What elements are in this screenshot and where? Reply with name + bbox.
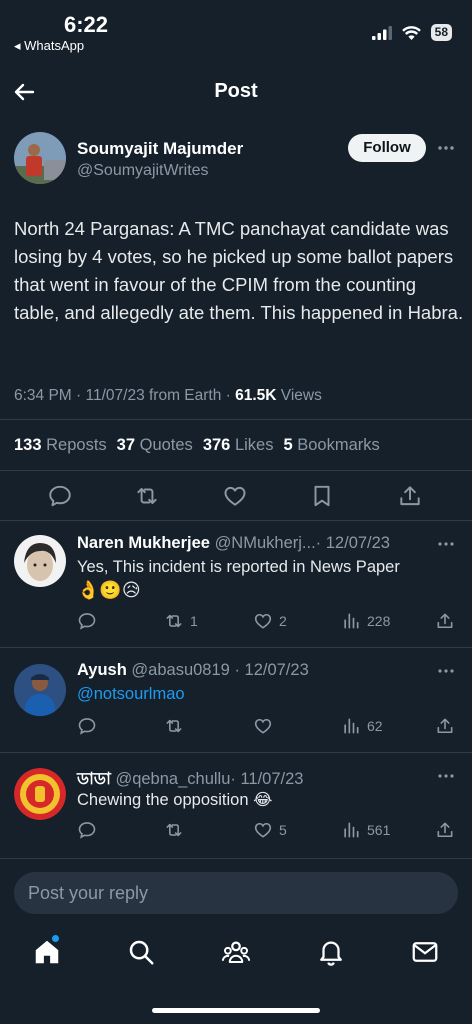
reply-author-name[interactable]: Ayush	[77, 661, 127, 679]
quotes-stat[interactable]: 37 Quotes	[117, 436, 193, 455]
back-to-app-link[interactable]: ◂ WhatsApp	[14, 38, 84, 54]
repost-icon[interactable]	[134, 483, 160, 509]
reply-avatar[interactable]	[14, 535, 66, 587]
reply-action-bar: 1 2 228	[77, 611, 457, 633]
like-icon[interactable]	[222, 483, 248, 509]
views-icon[interactable]: 561	[341, 820, 390, 840]
reply-header: Ayush @abasu0819 · 12/07/23	[77, 661, 309, 680]
reply-icon[interactable]	[47, 483, 73, 509]
page-title: Post	[214, 80, 258, 102]
more-options-icon[interactable]	[436, 537, 456, 551]
reply-author-handle[interactable]: @abasu0819	[131, 661, 229, 679]
repost-icon[interactable]	[164, 716, 190, 736]
post-text: North 24 Parganas: A TMC panchayat candi…	[14, 218, 464, 323]
like-icon[interactable]: 5	[253, 820, 287, 840]
views-icon[interactable]: 62	[341, 716, 383, 736]
reply-icon[interactable]	[77, 820, 103, 840]
divider	[0, 752, 472, 753]
search-icon[interactable]	[126, 937, 156, 967]
reply-text: Chewing the opposition	[77, 791, 249, 809]
notifications-icon[interactable]	[316, 937, 346, 967]
post-meta: 6:34 PM · 11/07/23 from Earth · 61.5K Vi…	[14, 387, 322, 405]
more-options-icon[interactable]	[436, 664, 456, 678]
divider	[0, 520, 472, 521]
share-icon[interactable]	[435, 820, 455, 840]
reply-emojis: 👌🙂😥	[77, 580, 141, 600]
share-icon[interactable]	[397, 483, 423, 509]
reply-text-line: Chewing the opposition 😂	[77, 790, 272, 810]
view-count: 62	[367, 718, 383, 734]
author-handle[interactable]: @SoumyajitWrites	[77, 162, 209, 180]
reply-text: Yes, This incident is reported in News P…	[77, 558, 400, 576]
share-icon[interactable]	[435, 716, 455, 736]
bookmarks-stat[interactable]: 5 Bookmarks	[283, 436, 379, 455]
wifi-icon	[401, 25, 421, 40]
reply-date: · 12/07/23	[234, 661, 309, 679]
post-stats: 133 Reposts 37 Quotes 376 Likes 5 Bookma…	[14, 436, 380, 455]
reply-date: · 12/07/23	[315, 534, 390, 552]
battery-icon: 58	[430, 24, 452, 41]
reply-action-bar: 5 561	[77, 820, 457, 842]
likes-stat[interactable]: 376 Likes	[203, 436, 274, 455]
reply-author-name[interactable]: ডাডা	[77, 770, 111, 788]
reply-icon[interactable]	[77, 716, 103, 736]
divider	[0, 470, 472, 471]
divider	[0, 858, 472, 859]
like-icon[interactable]	[253, 716, 279, 736]
bookmark-icon[interactable]	[309, 483, 335, 509]
signal-icon	[371, 25, 392, 40]
views-count: 61.5K	[235, 387, 277, 404]
author-name[interactable]: Soumyajit Majumder	[77, 139, 243, 159]
home-icon[interactable]	[32, 937, 62, 967]
reply-author-handle[interactable]: @qebna_chullu	[115, 770, 230, 788]
status-icons: 58	[371, 24, 452, 41]
home-indicator	[152, 1008, 320, 1013]
reply-header: Naren Mukherjee @NMukherj...· 12/07/23	[77, 534, 390, 553]
reply-avatar[interactable]	[14, 768, 66, 820]
reposts-stat[interactable]: 133 Reposts	[14, 436, 107, 455]
views-icon[interactable]: 228	[341, 611, 390, 631]
divider	[0, 647, 472, 648]
more-options-icon[interactable]	[436, 769, 456, 783]
views-label: Views	[276, 387, 322, 404]
reply-date: · 11/07/23	[230, 770, 304, 788]
author-avatar[interactable]	[14, 132, 66, 184]
follow-button[interactable]: Follow	[348, 134, 426, 162]
messages-icon[interactable]	[410, 937, 440, 967]
reply-input-placeholder: Post your reply	[28, 883, 149, 903]
like-count: 2	[279, 613, 287, 629]
view-count: 561	[367, 822, 391, 838]
reply-input[interactable]: Post your reply	[14, 872, 458, 914]
like-icon[interactable]: 2	[253, 611, 287, 631]
divider	[0, 419, 472, 420]
post-timestamp: 6:34 PM · 11/07/23 from Earth ·	[14, 387, 236, 404]
repost-icon[interactable]	[164, 820, 190, 840]
like-count: 5	[279, 822, 287, 838]
communities-icon[interactable]	[221, 937, 251, 967]
share-icon[interactable]	[435, 611, 455, 631]
view-count: 228	[367, 613, 391, 629]
more-options-icon[interactable]	[436, 138, 456, 158]
status-time: 6:22	[64, 12, 109, 37]
reply-avatar[interactable]	[14, 664, 66, 716]
notification-dot	[52, 935, 59, 942]
repost-icon[interactable]: 1	[164, 611, 198, 631]
reply-author-name[interactable]: Naren Mukherjee	[77, 534, 210, 552]
repost-count: 1	[190, 613, 198, 629]
reply-header: ডাডা @qebna_chullu· 11/07/23	[77, 766, 303, 793]
reply-emojis: 😂	[253, 791, 273, 809]
reply-author-handle[interactable]: @NMukherj...	[215, 534, 316, 552]
reply-icon[interactable]	[77, 611, 103, 631]
mention-link[interactable]: @notsourlmao	[77, 685, 185, 704]
reply-action-bar: 62	[77, 716, 457, 738]
